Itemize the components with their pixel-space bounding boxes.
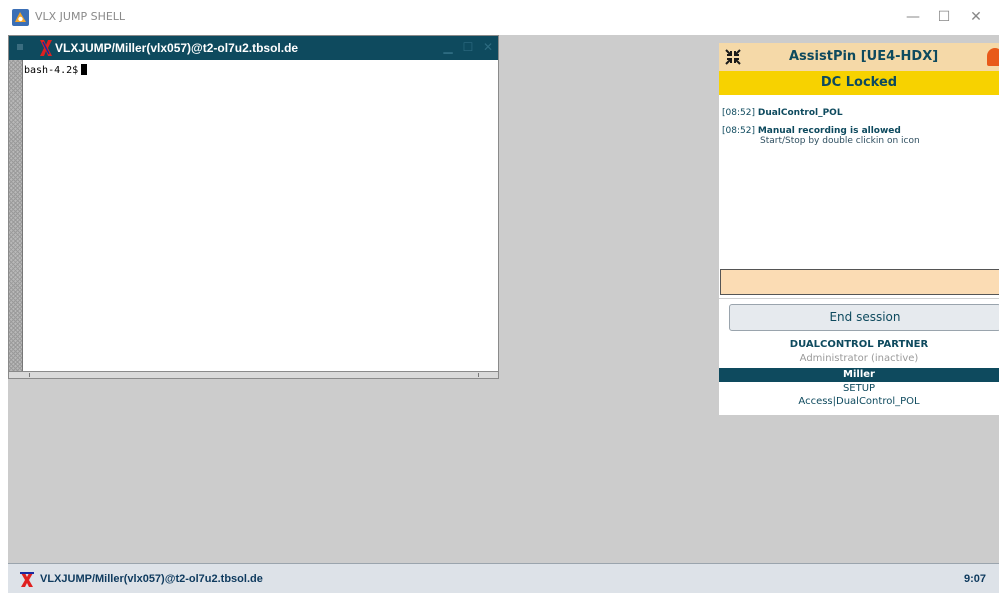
text-cursor — [81, 64, 88, 75]
terminal-window[interactable]: VLXJUMP/Miller(vlx057)@t2-ol7u2.tbsol.de… — [8, 35, 499, 379]
taskbar-window-title[interactable]: VLXJUMP/Miller(vlx057)@t2-ol7u2.tbsol.de — [40, 573, 263, 585]
log-detail: Start/Stop by double clickin on icon — [760, 136, 920, 146]
window-menu-icon[interactable] — [17, 44, 23, 50]
divider — [719, 298, 999, 299]
terminal-minimize-button[interactable]: ▁ — [441, 40, 455, 54]
dc-status-banner: DC Locked — [719, 71, 999, 95]
record-badge-icon[interactable] — [987, 48, 999, 66]
scrollbar-thumb[interactable] — [29, 373, 479, 377]
partner-role: Administrator (inactive) — [799, 353, 919, 364]
end-session-button[interactable]: End session — [729, 304, 999, 331]
terminal-scrollbar[interactable] — [9, 60, 23, 371]
assistpin-panel: AssistPin [UE4-HDX] DC Locked [08:52] Du… — [719, 43, 999, 415]
maximize-button[interactable]: ☐ — [934, 8, 954, 26]
partner-heading: DUALCONTROL PARTNER — [789, 339, 929, 350]
vlx-app-icon — [12, 9, 29, 26]
close-button[interactable]: ✕ — [966, 8, 986, 26]
collapse-arrows-icon[interactable] — [725, 49, 741, 65]
terminal-titlebar[interactable]: VLXJUMP/Miller(vlx057)@t2-ol7u2.tbsol.de… — [9, 36, 498, 60]
log-message: DualControl_POL — [757, 108, 843, 118]
session-info: DUALCONTROL PARTNER Administrator (inact… — [719, 338, 999, 408]
log-message: Manual recording is allowed — [757, 126, 901, 136]
terminal-horizontal-scrollbar[interactable] — [9, 371, 498, 378]
log-timestamp: [08:52] — [722, 108, 755, 118]
minimize-button[interactable]: — — [903, 8, 923, 26]
assistpin-title: AssistPin [UE4-HDX] — [789, 49, 939, 64]
x-logo-icon[interactable] — [19, 572, 35, 588]
user-access: Access|DualControl_POL — [798, 396, 920, 407]
x-logo-icon — [40, 40, 52, 56]
window-title: VLX JUMP SHELL — [35, 10, 126, 23]
session-log: [08:52] DualControl_POL [08:52] Manual r… — [722, 108, 992, 154]
log-entry: [08:52] DualControl_POL — [722, 108, 992, 118]
log-timestamp: [08:52] — [722, 126, 755, 136]
log-entry: [08:52] Manual recording is allowed Star… — [722, 126, 992, 146]
user-name: Miller — [719, 368, 999, 382]
terminal-output[interactable]: bash-4.2$ — [24, 64, 88, 76]
shell-prompt: bash-4.2$ — [24, 65, 79, 76]
chat-input[interactable] — [720, 269, 999, 295]
window-titlebar: VLX JUMP SHELL — ☐ ✕ — [0, 0, 999, 35]
terminal-close-button[interactable]: ✕ — [481, 40, 495, 54]
terminal-title: VLXJUMP/Miller(vlx057)@t2-ol7u2.tbsol.de — [55, 41, 299, 55]
assistpin-header: AssistPin [UE4-HDX] — [719, 43, 999, 71]
taskbar: VLXJUMP/Miller(vlx057)@t2-ol7u2.tbsol.de… — [8, 563, 999, 593]
terminal-maximize-button[interactable]: ☐ — [461, 40, 475, 54]
user-role: SETUP — [842, 383, 876, 394]
clock: 9:07 — [963, 573, 986, 585]
